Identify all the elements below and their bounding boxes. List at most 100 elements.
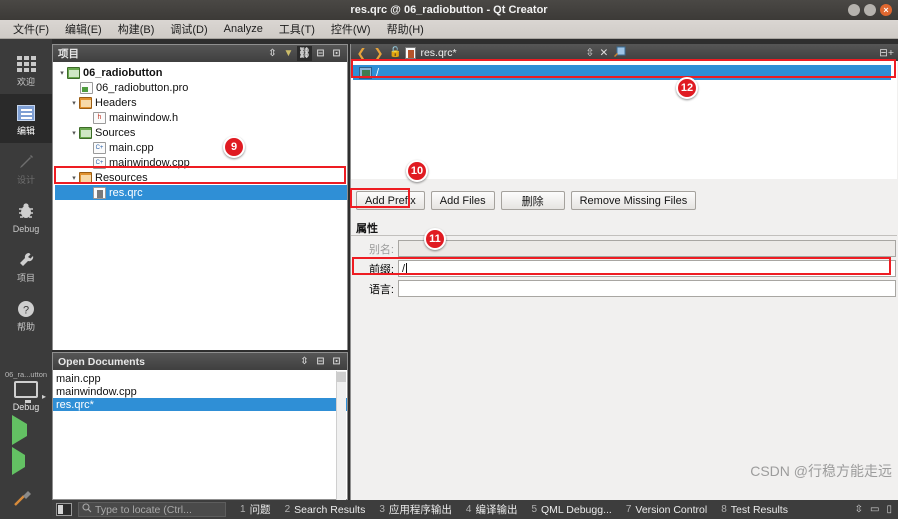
- editor-icon: [15, 102, 37, 124]
- window-title: res.qrc @ 06_radiobutton - Qt Creator: [350, 4, 548, 16]
- sync-icon[interactable]: ⇳: [265, 46, 280, 61]
- build-button[interactable]: [12, 486, 36, 510]
- locator-placeholder: Type to locate (Ctrl...: [95, 503, 192, 516]
- alias-input[interactable]: [398, 240, 896, 257]
- tree-row-mainwindow-h[interactable]: h mainwindow.h: [55, 110, 347, 125]
- sync-icon[interactable]: ⇳: [297, 354, 312, 369]
- close-icon[interactable]: ⊡: [329, 46, 344, 61]
- open-documents-list[interactable]: main.cpp mainwindow.cpp res.qrc*: [53, 370, 347, 411]
- mode-welcome[interactable]: 欢迎: [0, 45, 52, 94]
- split-icon[interactable]: ⊟: [313, 46, 328, 61]
- scrollbar-thumb[interactable]: [336, 372, 346, 382]
- window-titlebar: res.qrc @ 06_radiobutton - Qt Creator ×: [0, 0, 898, 20]
- project-panel-title: 项目: [58, 48, 79, 60]
- status-panel-issues[interactable]: 1 问题: [240, 502, 271, 517]
- open-documents-header: Open Documents ⇳ ⊟ ⊡: [53, 353, 347, 370]
- bug-icon: [15, 200, 37, 222]
- tree-row-resources[interactable]: ▾ Resources: [55, 170, 347, 185]
- menu-debug[interactable]: 调试(D): [163, 19, 214, 39]
- sidebar-toggle-icon[interactable]: [56, 503, 72, 516]
- tree-row-main-cpp[interactable]: C+ main.cpp: [55, 140, 347, 155]
- link-icon[interactable]: ⛓: [297, 46, 312, 61]
- dropdown-icon[interactable]: ⇳: [586, 47, 595, 59]
- mode-debug[interactable]: Debug: [0, 192, 52, 241]
- add-prefix-button[interactable]: Add Prefix: [356, 191, 425, 210]
- panel-number: 5: [531, 504, 538, 515]
- status-panel-app-output[interactable]: 3 应用程序输出: [379, 502, 452, 517]
- status-panel-compile-output[interactable]: 4 编译输出: [466, 502, 518, 517]
- chevron-down-icon[interactable]: ▾: [69, 99, 79, 107]
- panel-number: 8: [721, 504, 727, 515]
- language-input[interactable]: [398, 280, 896, 297]
- menu-tools[interactable]: 工具(T): [272, 19, 322, 39]
- list-item-main-cpp[interactable]: main.cpp: [53, 372, 347, 385]
- tree-row-project[interactable]: ▾ 06_radiobutton: [55, 65, 347, 80]
- maximize-panel-icon[interactable]: ▯: [886, 504, 892, 515]
- tree-row-pro-file[interactable]: 06_radiobutton.pro: [55, 80, 347, 95]
- chevron-down-icon[interactable]: ▾: [69, 174, 79, 182]
- menu-edit[interactable]: 编辑(E): [58, 19, 109, 39]
- annotation-badge-12: 12: [676, 77, 698, 99]
- kit-selector[interactable]: 06_ra...utton ▸ Debug: [0, 370, 52, 420]
- menu-analyze[interactable]: Analyze: [217, 21, 270, 37]
- locator-input[interactable]: Type to locate (Ctrl...: [78, 502, 226, 517]
- tree-row-sources[interactable]: ▾ Sources: [55, 125, 347, 140]
- minimize-panel-icon[interactable]: ▭: [870, 504, 879, 515]
- panel-label: 应用程序输出: [388, 504, 452, 516]
- add-files-button[interactable]: Add Files: [430, 191, 495, 210]
- tree-row-headers[interactable]: ▾ Headers: [55, 95, 347, 110]
- debug-button[interactable]: [12, 447, 36, 479]
- mode-edit[interactable]: 编辑: [0, 94, 52, 143]
- prefix-input[interactable]: /: [398, 260, 896, 277]
- mode-projects-label: 项目: [16, 272, 35, 283]
- chevron-down-icon[interactable]: ▾: [69, 129, 79, 137]
- split-icon[interactable]: ⊟: [313, 354, 328, 369]
- run-button[interactable]: [12, 415, 36, 448]
- annotation-badge-9: 9: [223, 136, 245, 158]
- menu-help[interactable]: 帮助(H): [380, 19, 431, 39]
- updown-icon[interactable]: ⇳: [855, 504, 863, 515]
- status-panel-test-results[interactable]: 8 Test Results: [721, 504, 788, 516]
- list-item-res-qrc[interactable]: res.qrc*: [53, 398, 347, 411]
- lock-icon[interactable]: 🔓: [389, 47, 401, 58]
- menu-widgets[interactable]: 控件(W): [324, 19, 378, 39]
- back-icon[interactable]: ❮: [355, 46, 368, 60]
- menu-file[interactable]: 文件(F): [6, 19, 56, 39]
- text-caret: [406, 263, 408, 274]
- status-panel-version-control[interactable]: 7 Version Control: [626, 504, 707, 516]
- forward-icon[interactable]: ❯: [372, 46, 385, 60]
- close-icon[interactable]: ✕: [599, 47, 608, 59]
- menu-build[interactable]: 构建(B): [111, 19, 162, 39]
- pro-file-icon: [80, 81, 93, 94]
- split-icon[interactable]: ⊟+: [879, 47, 894, 59]
- search-icon: [82, 503, 92, 516]
- filter-icon[interactable]: ▼: [281, 46, 296, 61]
- qrc-prefix-row[interactable]: /: [353, 65, 891, 80]
- project-tree[interactable]: ▾ 06_radiobutton 06_radiobutton.pro ▾ He…: [53, 62, 347, 350]
- chevron-down-icon[interactable]: ▾: [57, 69, 67, 77]
- remove-button[interactable]: 删除: [500, 191, 565, 210]
- close-icon[interactable]: ⊡: [329, 354, 344, 369]
- status-panel-search-results[interactable]: 2 Search Results: [285, 504, 366, 516]
- tree-row-res-qrc[interactable]: res.qrc: [55, 185, 347, 200]
- mode-projects[interactable]: 项目: [0, 241, 52, 290]
- status-panel-qml-debugger[interactable]: 5 QML Debugg...: [531, 504, 611, 516]
- remove-missing-files-button[interactable]: Remove Missing Files: [570, 191, 697, 210]
- editor-tab-name[interactable]: res.qrc*: [420, 47, 456, 59]
- cpp-file-icon: C+: [93, 156, 106, 169]
- mode-design[interactable]: 设计: [0, 143, 52, 192]
- list-item-mainwindow-cpp[interactable]: mainwindow.cpp: [53, 385, 347, 398]
- tree-row-mainwindow-cpp[interactable]: C+ mainwindow.cpp: [55, 155, 347, 170]
- mode-help[interactable]: ? 帮助: [0, 290, 52, 339]
- paint-icon[interactable]: [613, 45, 626, 61]
- qrc-resource-tree[interactable]: /: [351, 61, 897, 179]
- mode-help-label: 帮助: [16, 321, 35, 332]
- close-button[interactable]: ×: [880, 4, 892, 16]
- tree-label-res-qrc: res.qrc: [109, 186, 143, 199]
- open-documents-scrollbar[interactable]: [336, 371, 346, 500]
- alias-label: 别名:: [368, 243, 394, 256]
- minimize-button[interactable]: [848, 4, 860, 16]
- project-panel: 项目 ⇳ ▼ ⛓ ⊟ ⊡ ▾ 06_radiobutton 06_radiobu…: [52, 44, 348, 350]
- qrc-file-icon: [93, 186, 106, 199]
- maximize-button[interactable]: [864, 4, 876, 16]
